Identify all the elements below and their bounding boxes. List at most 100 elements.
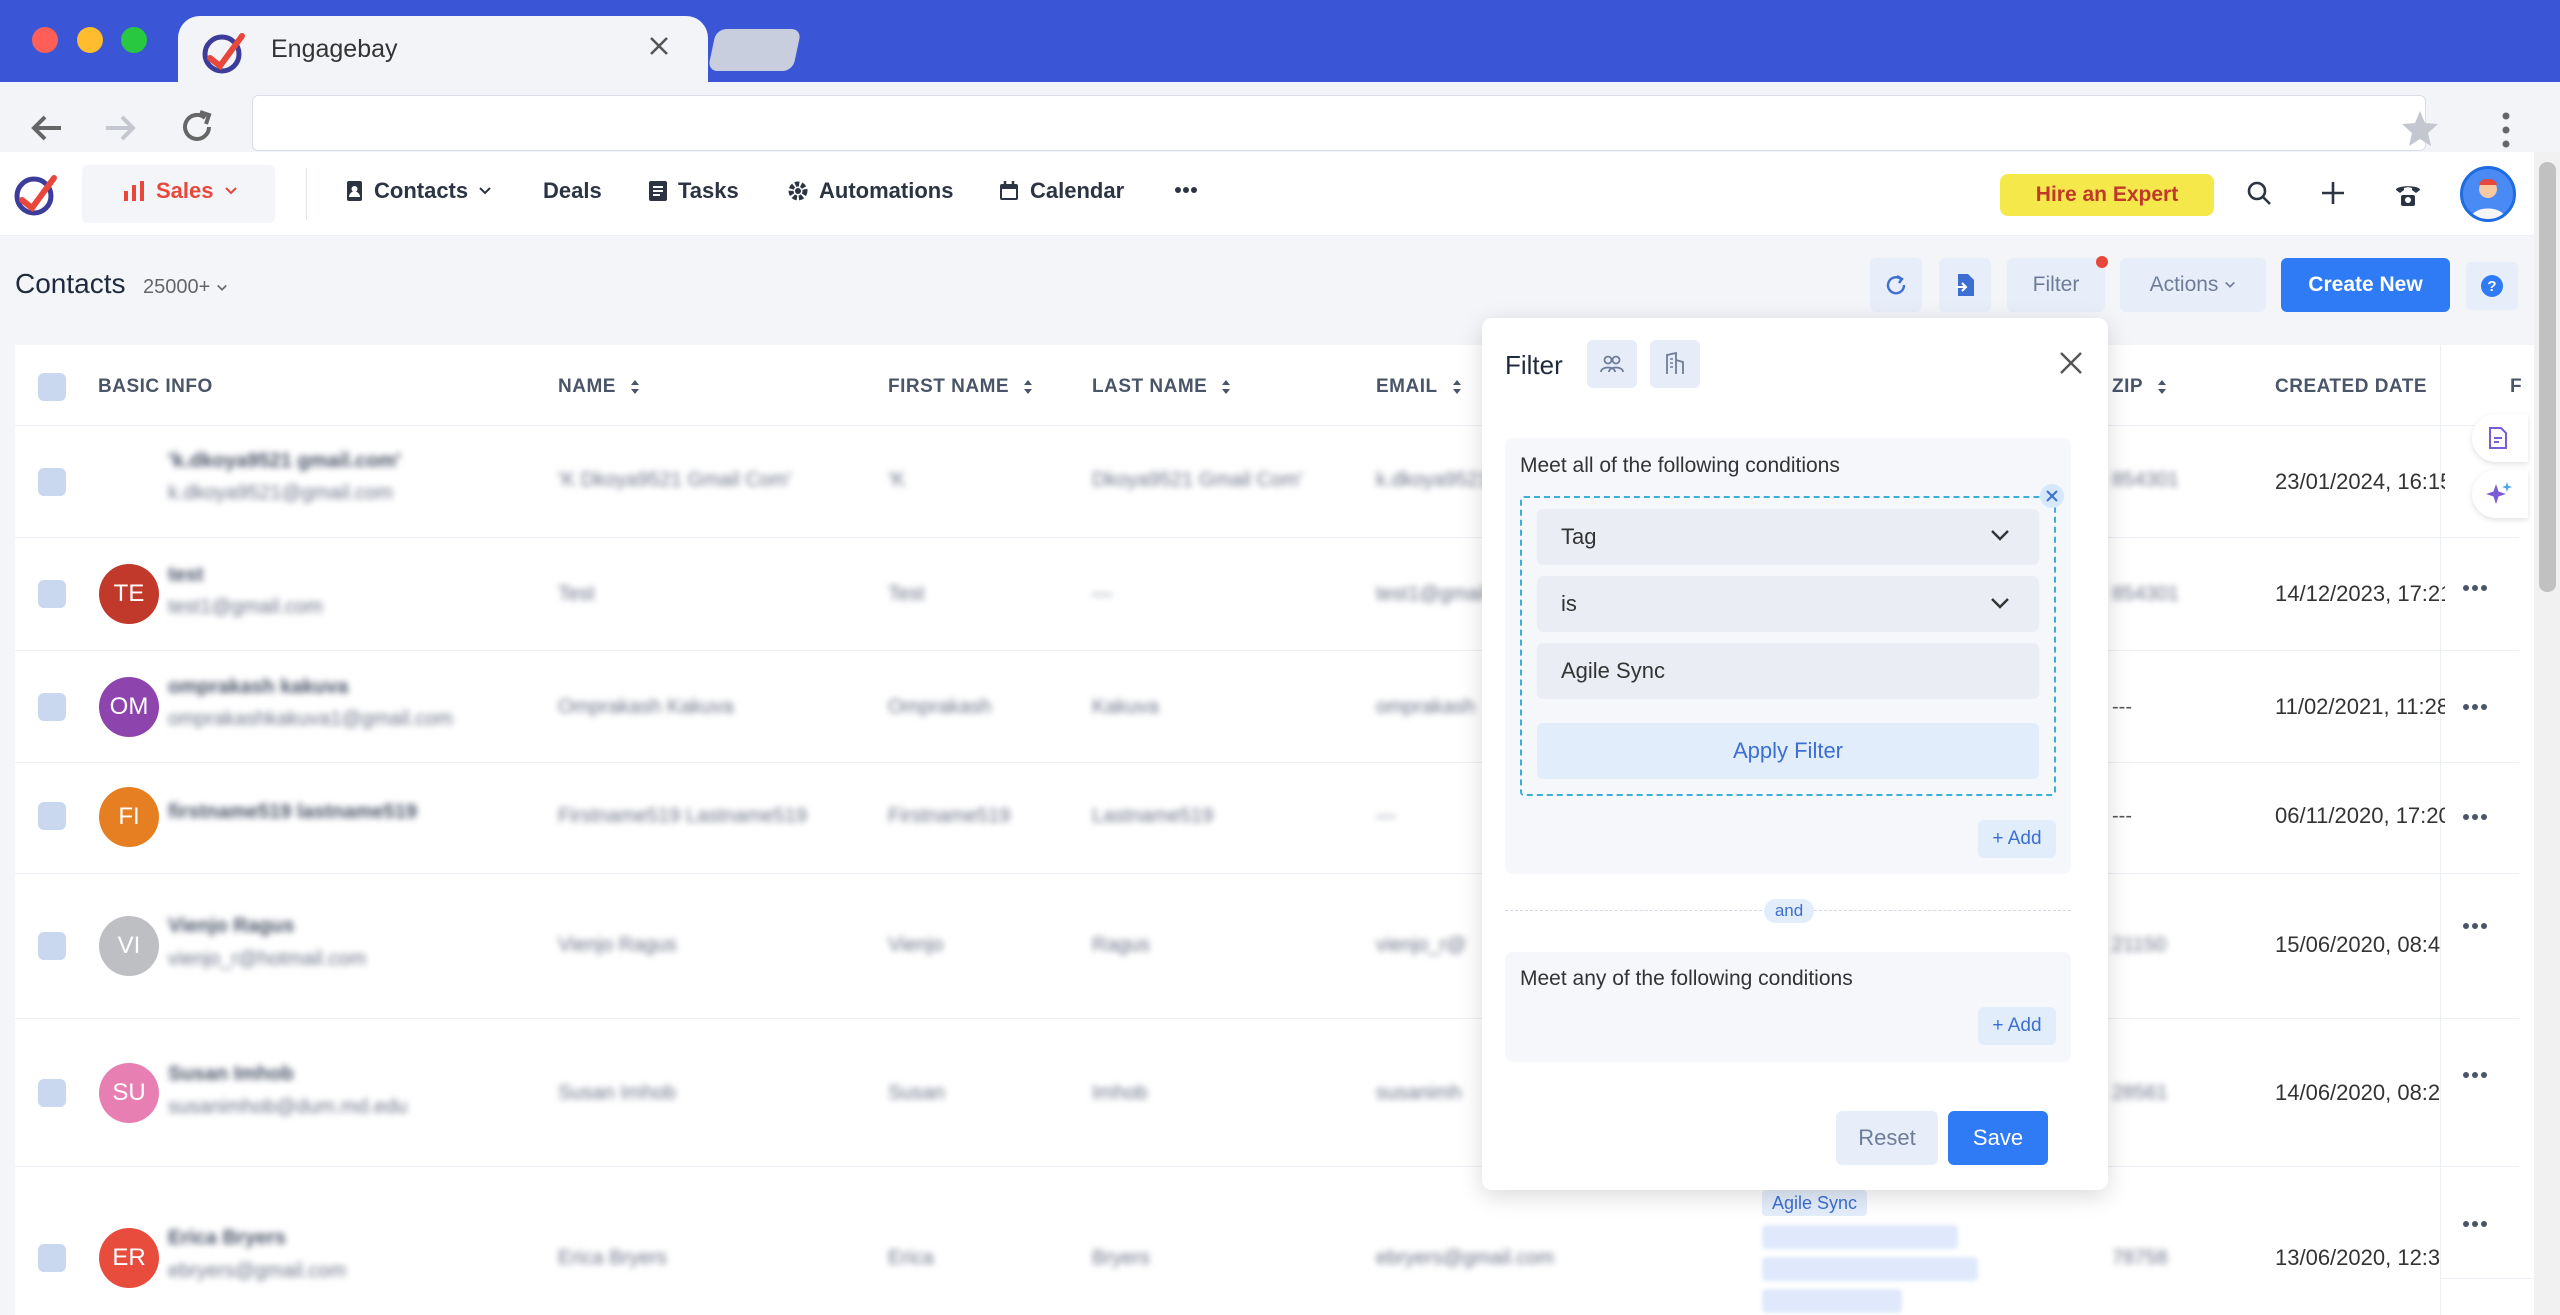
remove-condition-icon[interactable] (2040, 484, 2064, 508)
tasks-icon (649, 181, 667, 201)
row-last-name: Ragus (1092, 934, 1150, 956)
browser-tab[interactable] (178, 16, 708, 82)
back-arrow-icon[interactable] (27, 108, 67, 148)
row-last-name: Bryers (1092, 1247, 1150, 1269)
row-first-name: Susan (888, 1082, 945, 1104)
add-any-condition-button[interactable]: + Add (1978, 1007, 2056, 1045)
row-name: 'K Dkoya9521 Gmail Com' (558, 469, 792, 491)
new-tab-button[interactable] (707, 29, 802, 71)
header-last-name[interactable]: LAST NAME (1092, 376, 1231, 398)
tab-close-icon[interactable] (648, 35, 670, 57)
row-basic-name[interactable]: omprakash kakuva (168, 676, 348, 699)
row-checkbox[interactable] (38, 580, 66, 608)
more-nav-icon[interactable] (1174, 186, 1198, 194)
nav-automations[interactable]: Automations (787, 178, 953, 204)
refresh-icon (1886, 274, 1906, 295)
notes-side-button[interactable] (2472, 414, 2528, 462)
ai-side-button[interactable] (2472, 470, 2528, 518)
row-email: test1@gmail (1376, 583, 1488, 605)
nav-tasks[interactable]: Tasks (648, 178, 739, 204)
row-created-date: 11/02/2021, 11:28 (2275, 694, 2445, 719)
row-more-icon[interactable] (2462, 813, 2488, 821)
company-filter-tab[interactable] (1650, 340, 1700, 388)
row-more-icon[interactable] (2462, 1071, 2488, 1079)
header-first-name[interactable]: FIRST NAME (888, 376, 1033, 398)
operator-select[interactable]: is (1537, 576, 2039, 632)
bookmark-star-icon[interactable] (2400, 108, 2440, 148)
row-basic-name[interactable]: test (168, 564, 204, 587)
row-checkbox[interactable] (38, 468, 66, 496)
hire-expert-button[interactable]: Hire an Expert (2000, 174, 2214, 216)
help-icon: ? (2481, 275, 2503, 297)
refresh-button[interactable] (1870, 258, 1922, 312)
row-basic-name[interactable]: 'k.dkoya9521 gmail.com' (168, 450, 401, 473)
header-email[interactable]: EMAIL (1376, 376, 1462, 398)
row-more-icon[interactable] (2462, 1220, 2488, 1228)
row-zip: 78758 (2112, 1247, 2168, 1269)
contact-filter-tab[interactable] (1587, 340, 1637, 388)
help-button[interactable]: ? (2466, 262, 2518, 310)
scrollbar-thumb[interactable] (2539, 162, 2556, 592)
nav-contacts[interactable]: Contacts (344, 178, 492, 204)
window-maximize-dot[interactable] (121, 27, 147, 53)
url-bar[interactable] (252, 95, 2426, 151)
filter-close-icon[interactable] (2058, 350, 2084, 376)
row-more-icon[interactable] (2462, 584, 2488, 592)
row-basic-email: test1@gmail.com (168, 596, 323, 618)
add-icon[interactable] (2320, 180, 2346, 206)
row-more-icon[interactable] (2462, 703, 2488, 711)
sparkle-icon (2486, 482, 2512, 504)
filter-button[interactable]: Filter (2007, 258, 2105, 312)
user-avatar[interactable] (2460, 166, 2516, 222)
actions-dropdown[interactable]: Actions (2120, 258, 2266, 312)
sort-icon (630, 380, 639, 394)
note-icon (2489, 427, 2507, 449)
forward-arrow-icon[interactable] (100, 108, 140, 148)
row-checkbox[interactable] (38, 802, 66, 830)
value-input[interactable]: Agile Sync (1537, 643, 2039, 699)
field-select[interactable]: Tag (1537, 509, 2039, 565)
row-zip: --- (2112, 805, 2132, 827)
contact-count[interactable]: 25000+ (143, 276, 228, 299)
header-zip[interactable]: ZIP (2112, 376, 2167, 398)
row-divider (15, 762, 2519, 763)
add-all-condition-button[interactable]: + Add (1978, 820, 2056, 858)
row-name: Test (558, 583, 595, 605)
avatar: FI (99, 787, 159, 847)
row-basic-name[interactable]: Erica Bryers (168, 1227, 286, 1250)
row-zip: 854301 (2112, 469, 2179, 491)
chevron-down-icon (1991, 530, 2009, 541)
nav-deals[interactable]: Deals (543, 178, 602, 204)
header-created-date[interactable]: CREATED DATE (2275, 376, 2451, 398)
header-name[interactable]: NAME (558, 376, 640, 398)
svg-text:?: ? (2487, 278, 2496, 295)
row-divider (2440, 1278, 2534, 1279)
row-basic-name[interactable]: Vienjo Ragus (168, 915, 294, 938)
reset-button[interactable]: Reset (1836, 1111, 1938, 1165)
import-button[interactable] (1939, 258, 1991, 312)
save-button[interactable]: Save (1948, 1111, 2048, 1165)
row-created-date: 13/06/2020, 12:3 (2275, 1245, 2441, 1270)
row-email: vienjo_r@ (1376, 934, 1467, 956)
window-minimize-dot[interactable] (77, 27, 103, 53)
row-checkbox[interactable] (38, 1079, 66, 1107)
row-checkbox[interactable] (38, 1244, 66, 1272)
row-basic-name[interactable]: firstname519 lastname519 (168, 801, 417, 824)
search-icon[interactable] (2246, 180, 2272, 206)
sales-menu[interactable]: Sales (122, 178, 238, 204)
window-close-dot[interactable] (32, 27, 58, 53)
row-more-icon[interactable] (2462, 922, 2488, 930)
row-tag-chip[interactable]: Agile Sync (1762, 1190, 1868, 1216)
row-basic-name[interactable]: Susan Imhob (168, 1063, 294, 1086)
app-logo-icon[interactable] (12, 170, 60, 218)
nav-calendar[interactable]: Calendar (998, 178, 1124, 204)
select-all-checkbox[interactable] (38, 373, 66, 401)
reload-icon[interactable] (176, 106, 218, 148)
sales-label: Sales (156, 178, 214, 203)
apply-filter-button[interactable]: Apply Filter (1537, 723, 2039, 779)
row-checkbox[interactable] (38, 932, 66, 960)
row-checkbox[interactable] (38, 693, 66, 721)
browser-menu-icon[interactable] (2494, 110, 2518, 150)
create-new-button[interactable]: Create New (2281, 258, 2450, 312)
phone-icon[interactable] (2394, 180, 2422, 208)
